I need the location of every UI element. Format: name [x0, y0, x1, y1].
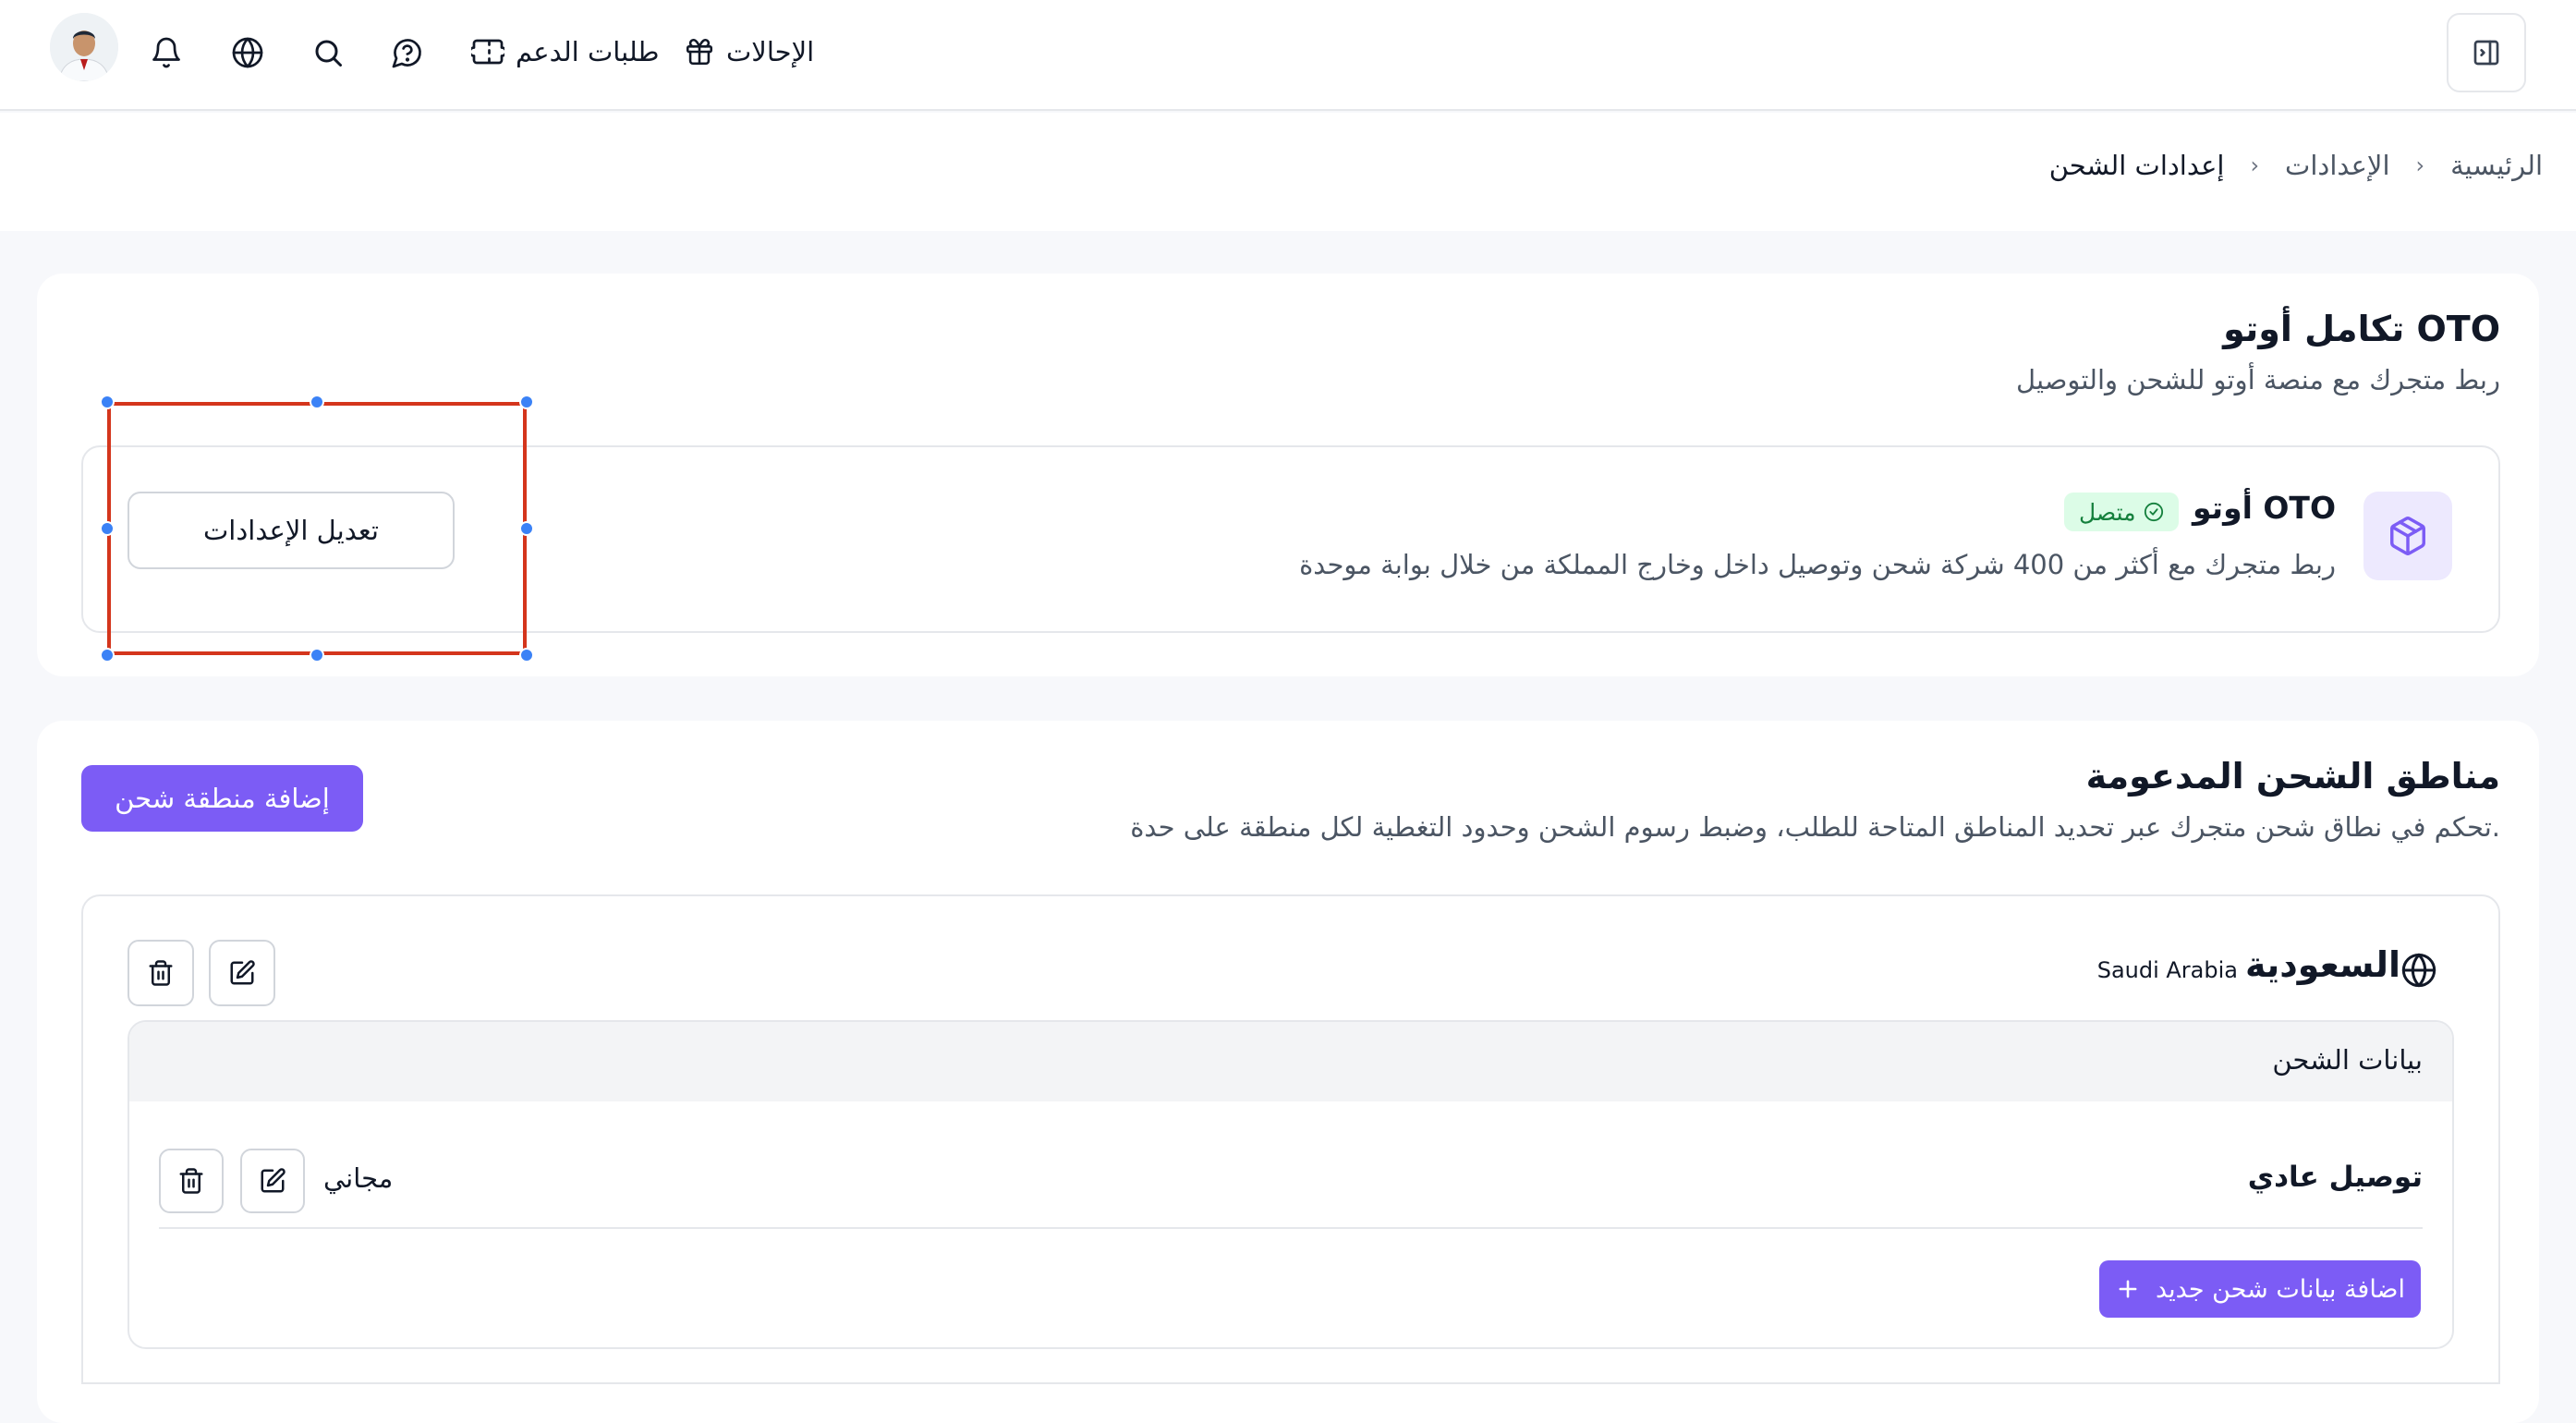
support-tickets-link[interactable]: طلبات الدعم: [471, 26, 660, 78]
top-bar: الإحالات طلبات الدعم: [0, 0, 2576, 111]
bell-icon: [152, 37, 180, 68]
zone-name: السعودية: [2244, 944, 2400, 985]
edit-method-button[interactable]: [240, 1149, 305, 1213]
ticket-icon: [471, 39, 504, 65]
zones-section-subtitle: تحكم في نطاق شحن متجرك عبر تحديد المناطق…: [1130, 811, 2500, 843]
edit-zone-button[interactable]: [209, 940, 275, 1006]
trash-icon: [179, 1168, 203, 1194]
notifications-button[interactable]: [141, 28, 191, 78]
breadcrumb-home[interactable]: الرئيسية: [2450, 150, 2543, 181]
breadcrumb-current: إعدادات الشحن: [2048, 150, 2225, 181]
shipping-method-price: مجاني: [323, 1162, 394, 1194]
check-circle-icon: [2144, 502, 2163, 522]
status-badge: متصل: [2064, 493, 2179, 531]
sidebar-toggle-button[interactable]: [2447, 13, 2526, 92]
user-avatar[interactable]: [50, 13, 118, 81]
resize-handle-top-right[interactable]: [519, 395, 534, 409]
search-icon: [315, 40, 342, 67]
status-label: متصل: [2079, 498, 2136, 526]
add-shipping-zone-button[interactable]: إضافة منطقة شحن: [81, 765, 363, 832]
referrals-link[interactable]: الإحالات: [684, 26, 814, 78]
trash-icon: [149, 960, 173, 986]
add-shipping-data-label: اضافة بيانات شحن جديد: [2156, 1274, 2405, 1304]
edit-icon: [261, 1168, 286, 1193]
shipping-data-header: بيانات الشحن: [129, 1022, 2452, 1101]
oto-integration-description: ربط متجرك مع أكثر من 400 شركة شحن وتوصيل…: [1299, 549, 2336, 580]
breadcrumb-settings[interactable]: الإعدادات: [2285, 150, 2389, 181]
resize-handle-bottom[interactable]: [310, 648, 324, 663]
breadcrumb: الرئيسية ‹ الإعدادات ‹ إعدادات الشحن: [2049, 150, 2543, 181]
package-icon: [2390, 517, 2425, 555]
resize-handle-top[interactable]: [310, 395, 324, 409]
referrals-label: الإحالات: [726, 36, 815, 67]
resize-handle-top-left[interactable]: [100, 395, 115, 409]
selection-box: [107, 402, 527, 655]
help-chat-icon: [392, 39, 421, 68]
oto-section-title: تكامل أوتو OTO: [2223, 309, 2500, 349]
resize-handle-left[interactable]: [100, 521, 115, 536]
resize-handle-bottom-left[interactable]: [100, 648, 115, 663]
delete-method-button[interactable]: [159, 1149, 224, 1213]
panel-toggle-icon: [2473, 40, 2499, 66]
edit-icon: [230, 960, 255, 985]
plus-icon: [2119, 1280, 2137, 1298]
shipping-method-name: توصيل عادي: [2247, 1161, 2423, 1194]
language-button[interactable]: [223, 28, 273, 78]
globe-icon: [2400, 952, 2437, 989]
search-button[interactable]: [303, 28, 353, 78]
globe-icon: [232, 37, 263, 68]
zone-name-english: Saudi Arabia: [2096, 957, 2238, 983]
help-chat-button[interactable]: [383, 28, 432, 78]
delete-zone-button[interactable]: [128, 940, 194, 1006]
oto-integration-name: أوتو OTO: [2192, 490, 2336, 526]
shipping-data-header-label: بيانات الشحن: [2272, 1044, 2423, 1076]
chevron-icon: ‹: [2415, 152, 2425, 178]
row-divider: [159, 1227, 2423, 1229]
gift-icon: [686, 38, 713, 66]
oto-section-subtitle: ربط متجرك مع منصة أوتو للشحن والتوصيل: [2016, 364, 2500, 395]
chevron-icon: ‹: [2250, 152, 2260, 178]
add-shipping-data-button[interactable]: اضافة بيانات شحن جديد: [2099, 1260, 2421, 1318]
resize-handle-bottom-right[interactable]: [519, 648, 534, 663]
oto-logo: [2363, 492, 2452, 580]
resize-handle-right[interactable]: [519, 521, 534, 536]
avatar-image: [50, 13, 118, 81]
support-tickets-label: طلبات الدعم: [516, 36, 660, 67]
zones-section-title: مناطق الشحن المدعومة: [2085, 756, 2500, 797]
